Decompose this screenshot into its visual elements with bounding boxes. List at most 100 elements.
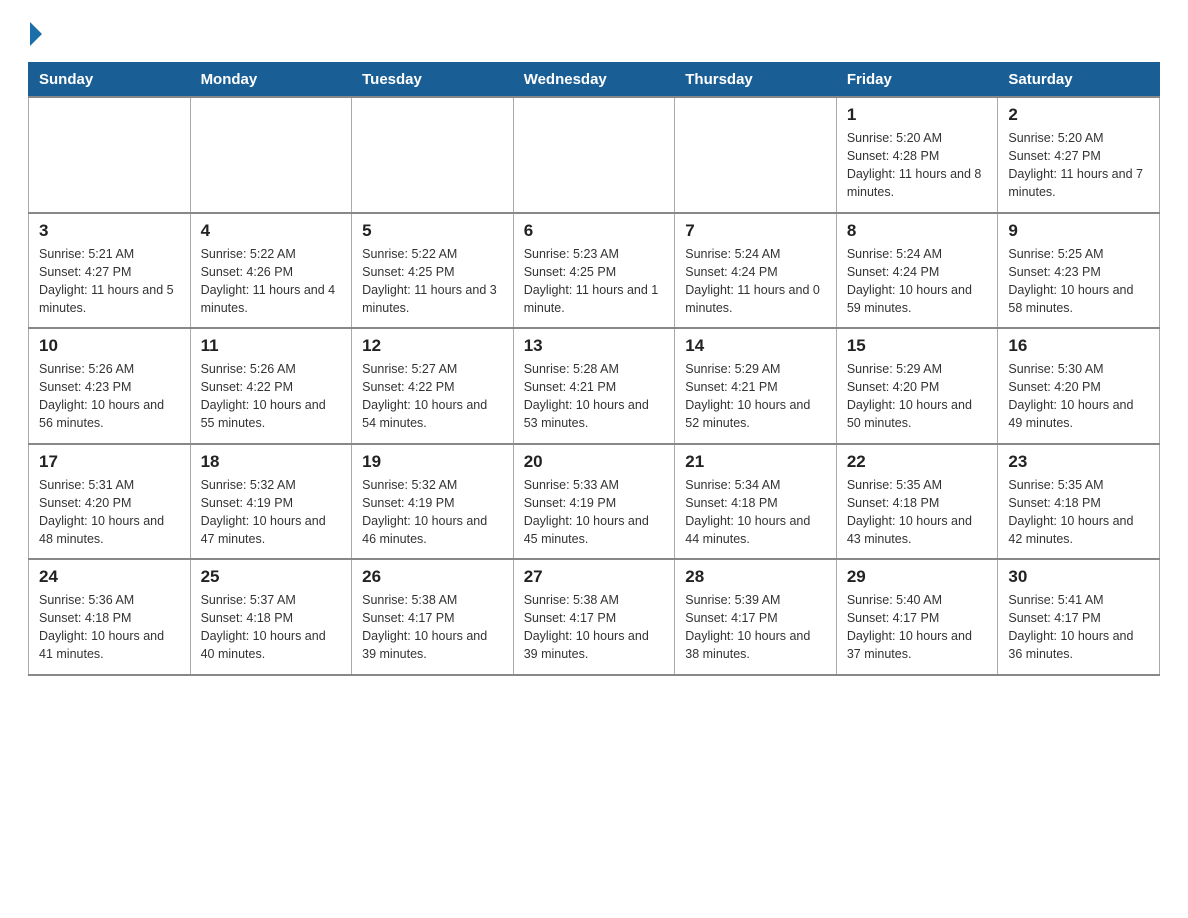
day-info: Sunrise: 5:35 AM Sunset: 4:18 PM Dayligh… xyxy=(1008,476,1149,549)
calendar-cell: 10 Sunrise: 5:26 AM Sunset: 4:23 PM Dayli… xyxy=(29,328,191,444)
day-info: Sunrise: 5:41 AM Sunset: 4:17 PM Dayligh… xyxy=(1008,591,1149,664)
day-number: 24 xyxy=(39,567,180,587)
calendar-cell: 3 Sunrise: 5:21 AM Sunset: 4:27 PM Daylig… xyxy=(29,213,191,329)
day-number: 27 xyxy=(524,567,665,587)
page-header xyxy=(28,24,1160,44)
calendar-cell: 29 Sunrise: 5:40 AM Sunset: 4:17 PM Dayli… xyxy=(836,559,998,675)
calendar-cell: 9Sunrise: 5:25 AM Sunset: 4:23 PM Daylig… xyxy=(998,213,1160,329)
day-info: Sunrise: 5:34 AM Sunset: 4:18 PM Dayligh… xyxy=(685,476,826,549)
day-info: Sunrise: 5:40 AM Sunset: 4:17 PM Dayligh… xyxy=(847,591,988,664)
day-info: Sunrise: 5:29 AM Sunset: 4:20 PM Dayligh… xyxy=(847,360,988,433)
day-info: Sunrise: 5:39 AM Sunset: 4:17 PM Dayligh… xyxy=(685,591,826,664)
calendar-cell xyxy=(513,97,675,213)
day-number: 5 xyxy=(362,221,503,241)
day-info: Sunrise: 5:37 AM Sunset: 4:18 PM Dayligh… xyxy=(201,591,342,664)
day-number: 3 xyxy=(39,221,180,241)
day-number: 1 xyxy=(847,105,988,125)
calendar-cell: 17 Sunrise: 5:31 AM Sunset: 4:20 PM Dayli… xyxy=(29,444,191,560)
calendar-cell: 28 Sunrise: 5:39 AM Sunset: 4:17 PM Dayli… xyxy=(675,559,837,675)
calendar-cell: 5 Sunrise: 5:22 AM Sunset: 4:25 PM Daylig… xyxy=(352,213,514,329)
day-info: Sunrise: 5:32 AM Sunset: 4:19 PM Dayligh… xyxy=(362,476,503,549)
day-info: Sunrise: 5:38 AM Sunset: 4:17 PM Dayligh… xyxy=(524,591,665,664)
day-number: 29 xyxy=(847,567,988,587)
calendar-cell xyxy=(29,97,191,213)
logo-triangle-icon xyxy=(30,22,42,46)
calendar-cell: 16 Sunrise: 5:30 AM Sunset: 4:20 PM Dayli… xyxy=(998,328,1160,444)
calendar-cell: 2 Sunrise: 5:20 AM Sunset: 4:27 PM Daylig… xyxy=(998,97,1160,213)
calendar-cell: 14 Sunrise: 5:29 AM Sunset: 4:21 PM Dayli… xyxy=(675,328,837,444)
day-number: 26 xyxy=(362,567,503,587)
day-info: Sunrise: 5:23 AM Sunset: 4:25 PM Dayligh… xyxy=(524,245,665,318)
day-number: 16 xyxy=(1008,336,1149,356)
day-info: Sunrise: 5:20 AM Sunset: 4:28 PM Dayligh… xyxy=(847,129,988,202)
day-info: Sunrise: 5:31 AM Sunset: 4:20 PM Dayligh… xyxy=(39,476,180,549)
day-info: Sunrise: 5:21 AM Sunset: 4:27 PM Dayligh… xyxy=(39,245,180,318)
day-info: Sunrise: 5:26 AM Sunset: 4:23 PM Dayligh… xyxy=(39,360,180,433)
day-number: 25 xyxy=(201,567,342,587)
calendar-cell: 25 Sunrise: 5:37 AM Sunset: 4:18 PM Dayli… xyxy=(190,559,352,675)
weekday-header-sunday: Sunday xyxy=(29,63,191,98)
day-number: 23 xyxy=(1008,452,1149,472)
week-row-5: 24 Sunrise: 5:36 AM Sunset: 4:18 PM Dayli… xyxy=(29,559,1160,675)
calendar-cell: 8 Sunrise: 5:24 AM Sunset: 4:24 PM Daylig… xyxy=(836,213,998,329)
calendar-table: SundayMondayTuesdayWednesdayThursdayFrid… xyxy=(28,62,1160,676)
day-number: 4 xyxy=(201,221,342,241)
day-number: 20 xyxy=(524,452,665,472)
calendar-cell: 6 Sunrise: 5:23 AM Sunset: 4:25 PM Daylig… xyxy=(513,213,675,329)
day-info: Sunrise: 5:29 AM Sunset: 4:21 PM Dayligh… xyxy=(685,360,826,433)
weekday-header-friday: Friday xyxy=(836,63,998,98)
day-number: 10 xyxy=(39,336,180,356)
day-number: 17 xyxy=(39,452,180,472)
day-info: Sunrise: 5:35 AM Sunset: 4:18 PM Dayligh… xyxy=(847,476,988,549)
calendar-cell: 24 Sunrise: 5:36 AM Sunset: 4:18 PM Dayli… xyxy=(29,559,191,675)
calendar-cell: 7Sunrise: 5:24 AM Sunset: 4:24 PM Daylig… xyxy=(675,213,837,329)
weekday-header-monday: Monday xyxy=(190,63,352,98)
day-info: Sunrise: 5:32 AM Sunset: 4:19 PM Dayligh… xyxy=(201,476,342,549)
weekday-header-tuesday: Tuesday xyxy=(352,63,514,98)
day-info: Sunrise: 5:24 AM Sunset: 4:24 PM Dayligh… xyxy=(847,245,988,318)
calendar-cell: 15Sunrise: 5:29 AM Sunset: 4:20 PM Dayli… xyxy=(836,328,998,444)
week-row-4: 17 Sunrise: 5:31 AM Sunset: 4:20 PM Dayli… xyxy=(29,444,1160,560)
day-number: 21 xyxy=(685,452,826,472)
day-info: Sunrise: 5:38 AM Sunset: 4:17 PM Dayligh… xyxy=(362,591,503,664)
calendar-cell: 18 Sunrise: 5:32 AM Sunset: 4:19 PM Dayli… xyxy=(190,444,352,560)
day-info: Sunrise: 5:24 AM Sunset: 4:24 PM Dayligh… xyxy=(685,245,826,318)
day-number: 14 xyxy=(685,336,826,356)
calendar-cell xyxy=(352,97,514,213)
day-number: 11 xyxy=(201,336,342,356)
day-number: 30 xyxy=(1008,567,1149,587)
calendar-cell: 23 Sunrise: 5:35 AM Sunset: 4:18 PM Dayli… xyxy=(998,444,1160,560)
day-number: 6 xyxy=(524,221,665,241)
calendar-cell: 21 Sunrise: 5:34 AM Sunset: 4:18 PM Dayli… xyxy=(675,444,837,560)
calendar-cell: 12Sunrise: 5:27 AM Sunset: 4:22 PM Dayli… xyxy=(352,328,514,444)
day-number: 9 xyxy=(1008,221,1149,241)
day-info: Sunrise: 5:30 AM Sunset: 4:20 PM Dayligh… xyxy=(1008,360,1149,433)
calendar-cell xyxy=(675,97,837,213)
day-info: Sunrise: 5:33 AM Sunset: 4:19 PM Dayligh… xyxy=(524,476,665,549)
calendar-cell: 1 Sunrise: 5:20 AM Sunset: 4:28 PM Daylig… xyxy=(836,97,998,213)
weekday-header-row: SundayMondayTuesdayWednesdayThursdayFrid… xyxy=(29,63,1160,98)
week-row-1: 1 Sunrise: 5:20 AM Sunset: 4:28 PM Daylig… xyxy=(29,97,1160,213)
day-number: 13 xyxy=(524,336,665,356)
week-row-3: 10 Sunrise: 5:26 AM Sunset: 4:23 PM Dayli… xyxy=(29,328,1160,444)
calendar-cell: 26 Sunrise: 5:38 AM Sunset: 4:17 PM Dayli… xyxy=(352,559,514,675)
calendar-cell: 11 Sunrise: 5:26 AM Sunset: 4:22 PM Dayli… xyxy=(190,328,352,444)
weekday-header-wednesday: Wednesday xyxy=(513,63,675,98)
day-info: Sunrise: 5:26 AM Sunset: 4:22 PM Dayligh… xyxy=(201,360,342,433)
day-number: 22 xyxy=(847,452,988,472)
calendar-cell: 4 Sunrise: 5:22 AM Sunset: 4:26 PM Daylig… xyxy=(190,213,352,329)
day-info: Sunrise: 5:20 AM Sunset: 4:27 PM Dayligh… xyxy=(1008,129,1149,202)
day-info: Sunrise: 5:27 AM Sunset: 4:22 PM Dayligh… xyxy=(362,360,503,433)
day-info: Sunrise: 5:22 AM Sunset: 4:25 PM Dayligh… xyxy=(362,245,503,318)
day-number: 18 xyxy=(201,452,342,472)
day-info: Sunrise: 5:22 AM Sunset: 4:26 PM Dayligh… xyxy=(201,245,342,318)
calendar-cell xyxy=(190,97,352,213)
weekday-header-saturday: Saturday xyxy=(998,63,1160,98)
day-number: 8 xyxy=(847,221,988,241)
day-number: 28 xyxy=(685,567,826,587)
calendar-cell: 20 Sunrise: 5:33 AM Sunset: 4:19 PM Dayli… xyxy=(513,444,675,560)
day-number: 2 xyxy=(1008,105,1149,125)
calendar-cell: 30 Sunrise: 5:41 AM Sunset: 4:17 PM Dayli… xyxy=(998,559,1160,675)
day-info: Sunrise: 5:36 AM Sunset: 4:18 PM Dayligh… xyxy=(39,591,180,664)
calendar-cell: 19Sunrise: 5:32 AM Sunset: 4:19 PM Dayli… xyxy=(352,444,514,560)
